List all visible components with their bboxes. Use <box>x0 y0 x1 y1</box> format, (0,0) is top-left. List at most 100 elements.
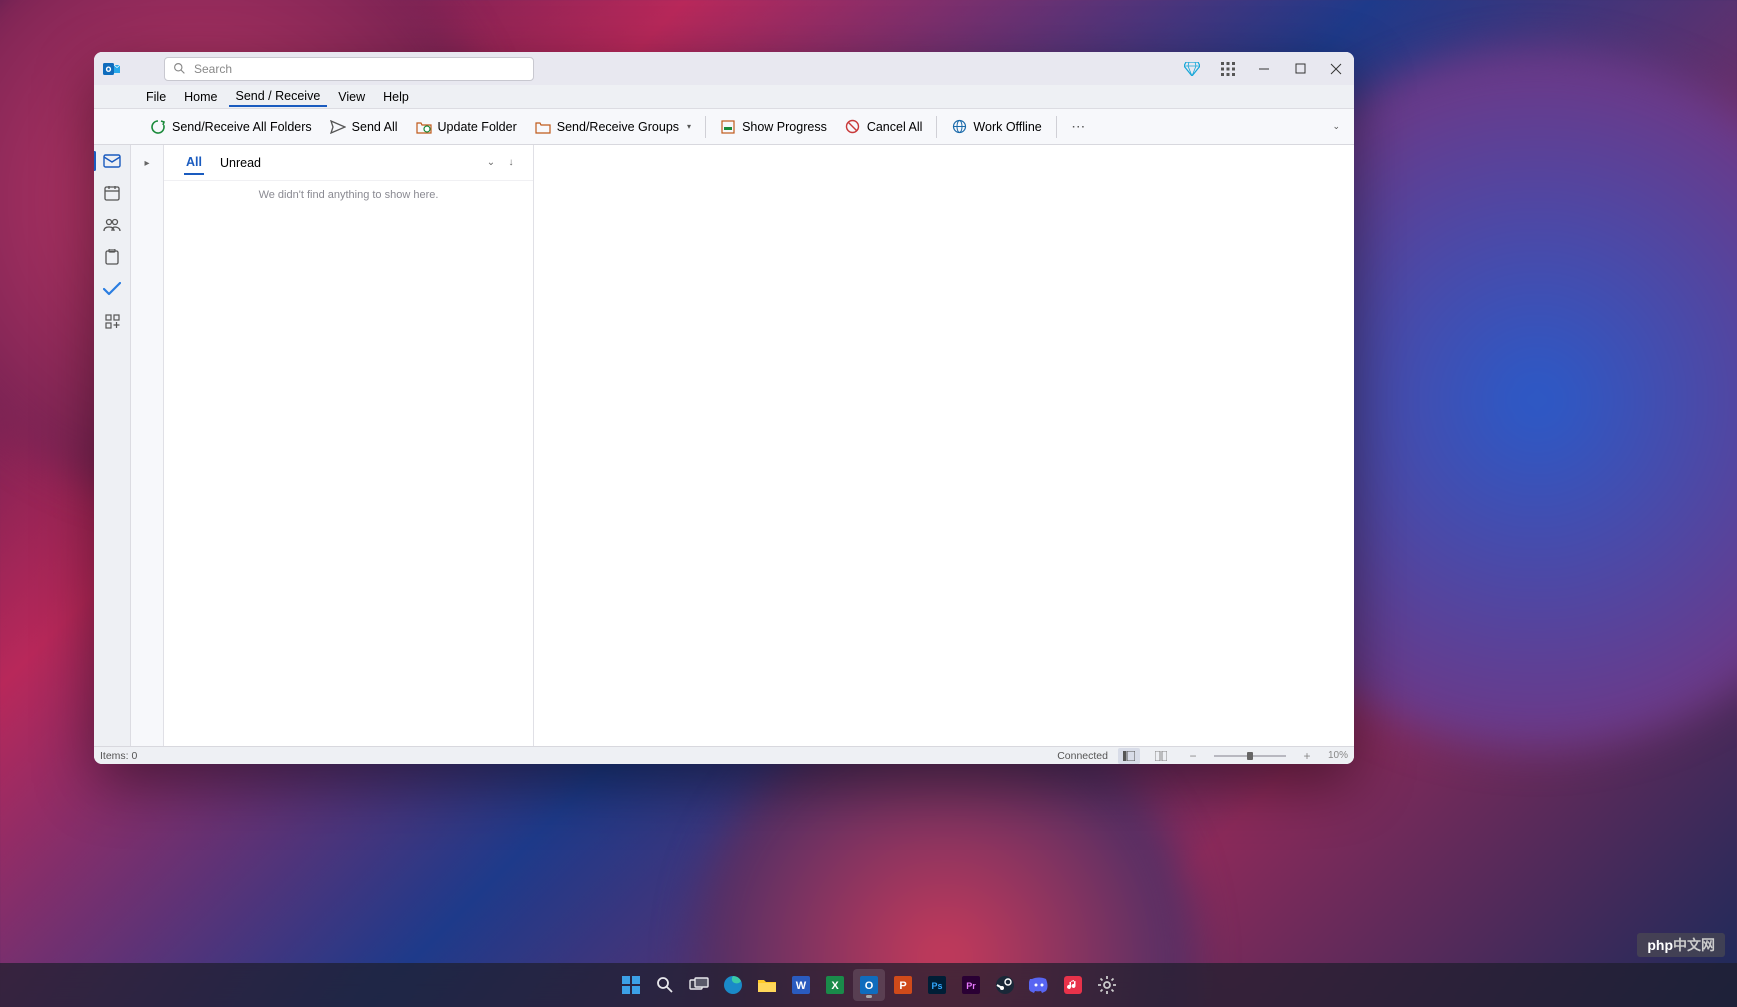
nav-todo[interactable] <box>96 275 128 303</box>
taskbar-search-button[interactable] <box>649 969 681 1001</box>
send-icon <box>330 119 346 135</box>
update-folder-button[interactable]: Update Folder <box>408 113 525 141</box>
nav-rail <box>94 145 131 746</box>
taskbar-settings-button[interactable] <box>1091 969 1123 1001</box>
nav-mail[interactable] <box>96 147 128 175</box>
chevron-down-icon: ⌄ <box>1332 121 1340 132</box>
separator <box>1056 116 1057 138</box>
maximize-button[interactable] <box>1282 52 1318 85</box>
view-normal-button[interactable] <box>1118 748 1140 764</box>
sort-button[interactable]: ↓ <box>501 153 521 173</box>
premium-diamond-icon[interactable] <box>1174 52 1210 85</box>
close-button[interactable] <box>1318 52 1354 85</box>
svg-text:W: W <box>795 980 806 992</box>
taskbar-photoshop-button[interactable]: Ps <box>921 969 953 1001</box>
menu-home[interactable]: Home <box>177 88 224 106</box>
nav-tasks[interactable] <box>96 243 128 271</box>
watermark-bold: php <box>1647 937 1673 953</box>
taskbar-start-button[interactable] <box>615 969 647 1001</box>
taskbar-edge-button[interactable] <box>717 969 749 1001</box>
ribbon-label: Update Folder <box>438 120 517 134</box>
ribbon: Send/Receive All Folders Send All Update… <box>94 109 1354 145</box>
chevron-down-icon: ⌄ <box>487 157 495 168</box>
taskbar-file-explorer-button[interactable] <box>751 969 783 1001</box>
ribbon-collapse-button[interactable]: ⌄ <box>1324 113 1348 141</box>
search-icon <box>173 62 186 75</box>
taskbar-powerpoint-button[interactable]: P <box>887 969 919 1001</box>
cancel-all-button[interactable]: Cancel All <box>837 113 931 141</box>
taskbar-excel-button[interactable]: X <box>819 969 851 1001</box>
message-list-pane: All Unread ⌄ ↓ We didn't find anything t… <box>164 145 534 746</box>
items-count: Items: 0 <box>100 750 137 762</box>
ribbon-label: Work Offline <box>973 120 1041 134</box>
expand-folder-pane-button[interactable]: ▸ <box>137 153 157 173</box>
send-all-button[interactable]: Send All <box>322 113 406 141</box>
svg-text:Pr: Pr <box>966 981 976 991</box>
svg-text:X: X <box>831 980 839 992</box>
svg-text:O: O <box>864 980 873 992</box>
zoom-percent: 10% <box>1328 750 1348 761</box>
taskbar: W X O P Ps Pr <box>0 963 1737 1007</box>
more-commands-button[interactable]: ⋯ <box>1063 113 1095 141</box>
titlebar: Search <box>94 52 1354 85</box>
zoom-slider[interactable] <box>1214 755 1286 757</box>
folder-pane-collapsed: ▸ <box>131 145 164 746</box>
ribbon-label: Send All <box>352 120 398 134</box>
menubar: File Home Send / Receive View Help <box>94 85 1354 109</box>
search-placeholder: Search <box>194 62 232 76</box>
reading-pane <box>534 145 1354 746</box>
outlook-window: Search File Home Send / Receive View Hel… <box>94 52 1354 764</box>
chevron-down-icon: ▾ <box>687 122 691 131</box>
svg-text:Ps: Ps <box>931 981 942 991</box>
filter-all-tab[interactable]: All <box>184 151 204 175</box>
cancel-icon <box>845 119 861 135</box>
taskbar-steam-button[interactable] <box>989 969 1021 1001</box>
folder-refresh-icon <box>416 119 432 135</box>
taskbar-music-button[interactable] <box>1057 969 1089 1001</box>
svg-text:P: P <box>899 980 906 992</box>
taskbar-outlook-button[interactable]: O <box>853 969 885 1001</box>
statusbar: Items: 0 Connected − + 10% <box>94 746 1354 764</box>
show-progress-button[interactable]: Show Progress <box>712 113 835 141</box>
taskbar-task-view-button[interactable] <box>683 969 715 1001</box>
watermark: php中文网 <box>1637 933 1725 957</box>
ribbon-label: Send/Receive Groups <box>557 120 679 134</box>
separator <box>705 116 706 138</box>
work-offline-button[interactable]: Work Offline <box>943 113 1049 141</box>
zoom-in-button[interactable]: + <box>1296 748 1318 764</box>
separator <box>936 116 937 138</box>
nav-more-apps[interactable] <box>96 307 128 335</box>
menu-send-receive[interactable]: Send / Receive <box>229 87 328 107</box>
minimize-button[interactable] <box>1246 52 1282 85</box>
body: ▸ All Unread ⌄ ↓ We didn't find anything… <box>94 145 1354 746</box>
view-reading-button[interactable] <box>1150 748 1172 764</box>
progress-icon <box>720 119 736 135</box>
zoom-out-button[interactable]: − <box>1182 748 1204 764</box>
menu-help[interactable]: Help <box>376 88 416 106</box>
ribbon-label: Send/Receive All Folders <box>172 120 312 134</box>
watermark-suffix: 中文网 <box>1673 937 1715 953</box>
empty-state-text: We didn't find anything to show here. <box>164 181 533 201</box>
refresh-icon <box>150 119 166 135</box>
folder-groups-icon <box>535 119 551 135</box>
taskbar-discord-button[interactable] <box>1023 969 1055 1001</box>
search-input[interactable]: Search <box>164 57 534 81</box>
ellipsis-icon: ⋯ <box>1071 119 1087 135</box>
filter-unread-tab[interactable]: Unread <box>218 152 263 174</box>
globe-icon <box>951 119 967 135</box>
filter-dropdown-button[interactable]: ⌄ <box>481 153 501 173</box>
outlook-logo-icon <box>100 57 124 81</box>
arrow-down-icon: ↓ <box>509 157 514 168</box>
send-receive-all-folders-button[interactable]: Send/Receive All Folders <box>142 113 320 141</box>
send-receive-groups-button[interactable]: Send/Receive Groups ▾ <box>527 113 699 141</box>
menu-view[interactable]: View <box>331 88 372 106</box>
connection-status: Connected <box>1057 750 1108 762</box>
message-list-header: All Unread ⌄ ↓ <box>164 145 533 181</box>
nav-people[interactable] <box>96 211 128 239</box>
nav-calendar[interactable] <box>96 179 128 207</box>
taskbar-word-button[interactable]: W <box>785 969 817 1001</box>
apps-grid-icon[interactable] <box>1210 52 1246 85</box>
menu-file[interactable]: File <box>139 88 173 106</box>
ribbon-label: Cancel All <box>867 120 923 134</box>
taskbar-premiere-button[interactable]: Pr <box>955 969 987 1001</box>
